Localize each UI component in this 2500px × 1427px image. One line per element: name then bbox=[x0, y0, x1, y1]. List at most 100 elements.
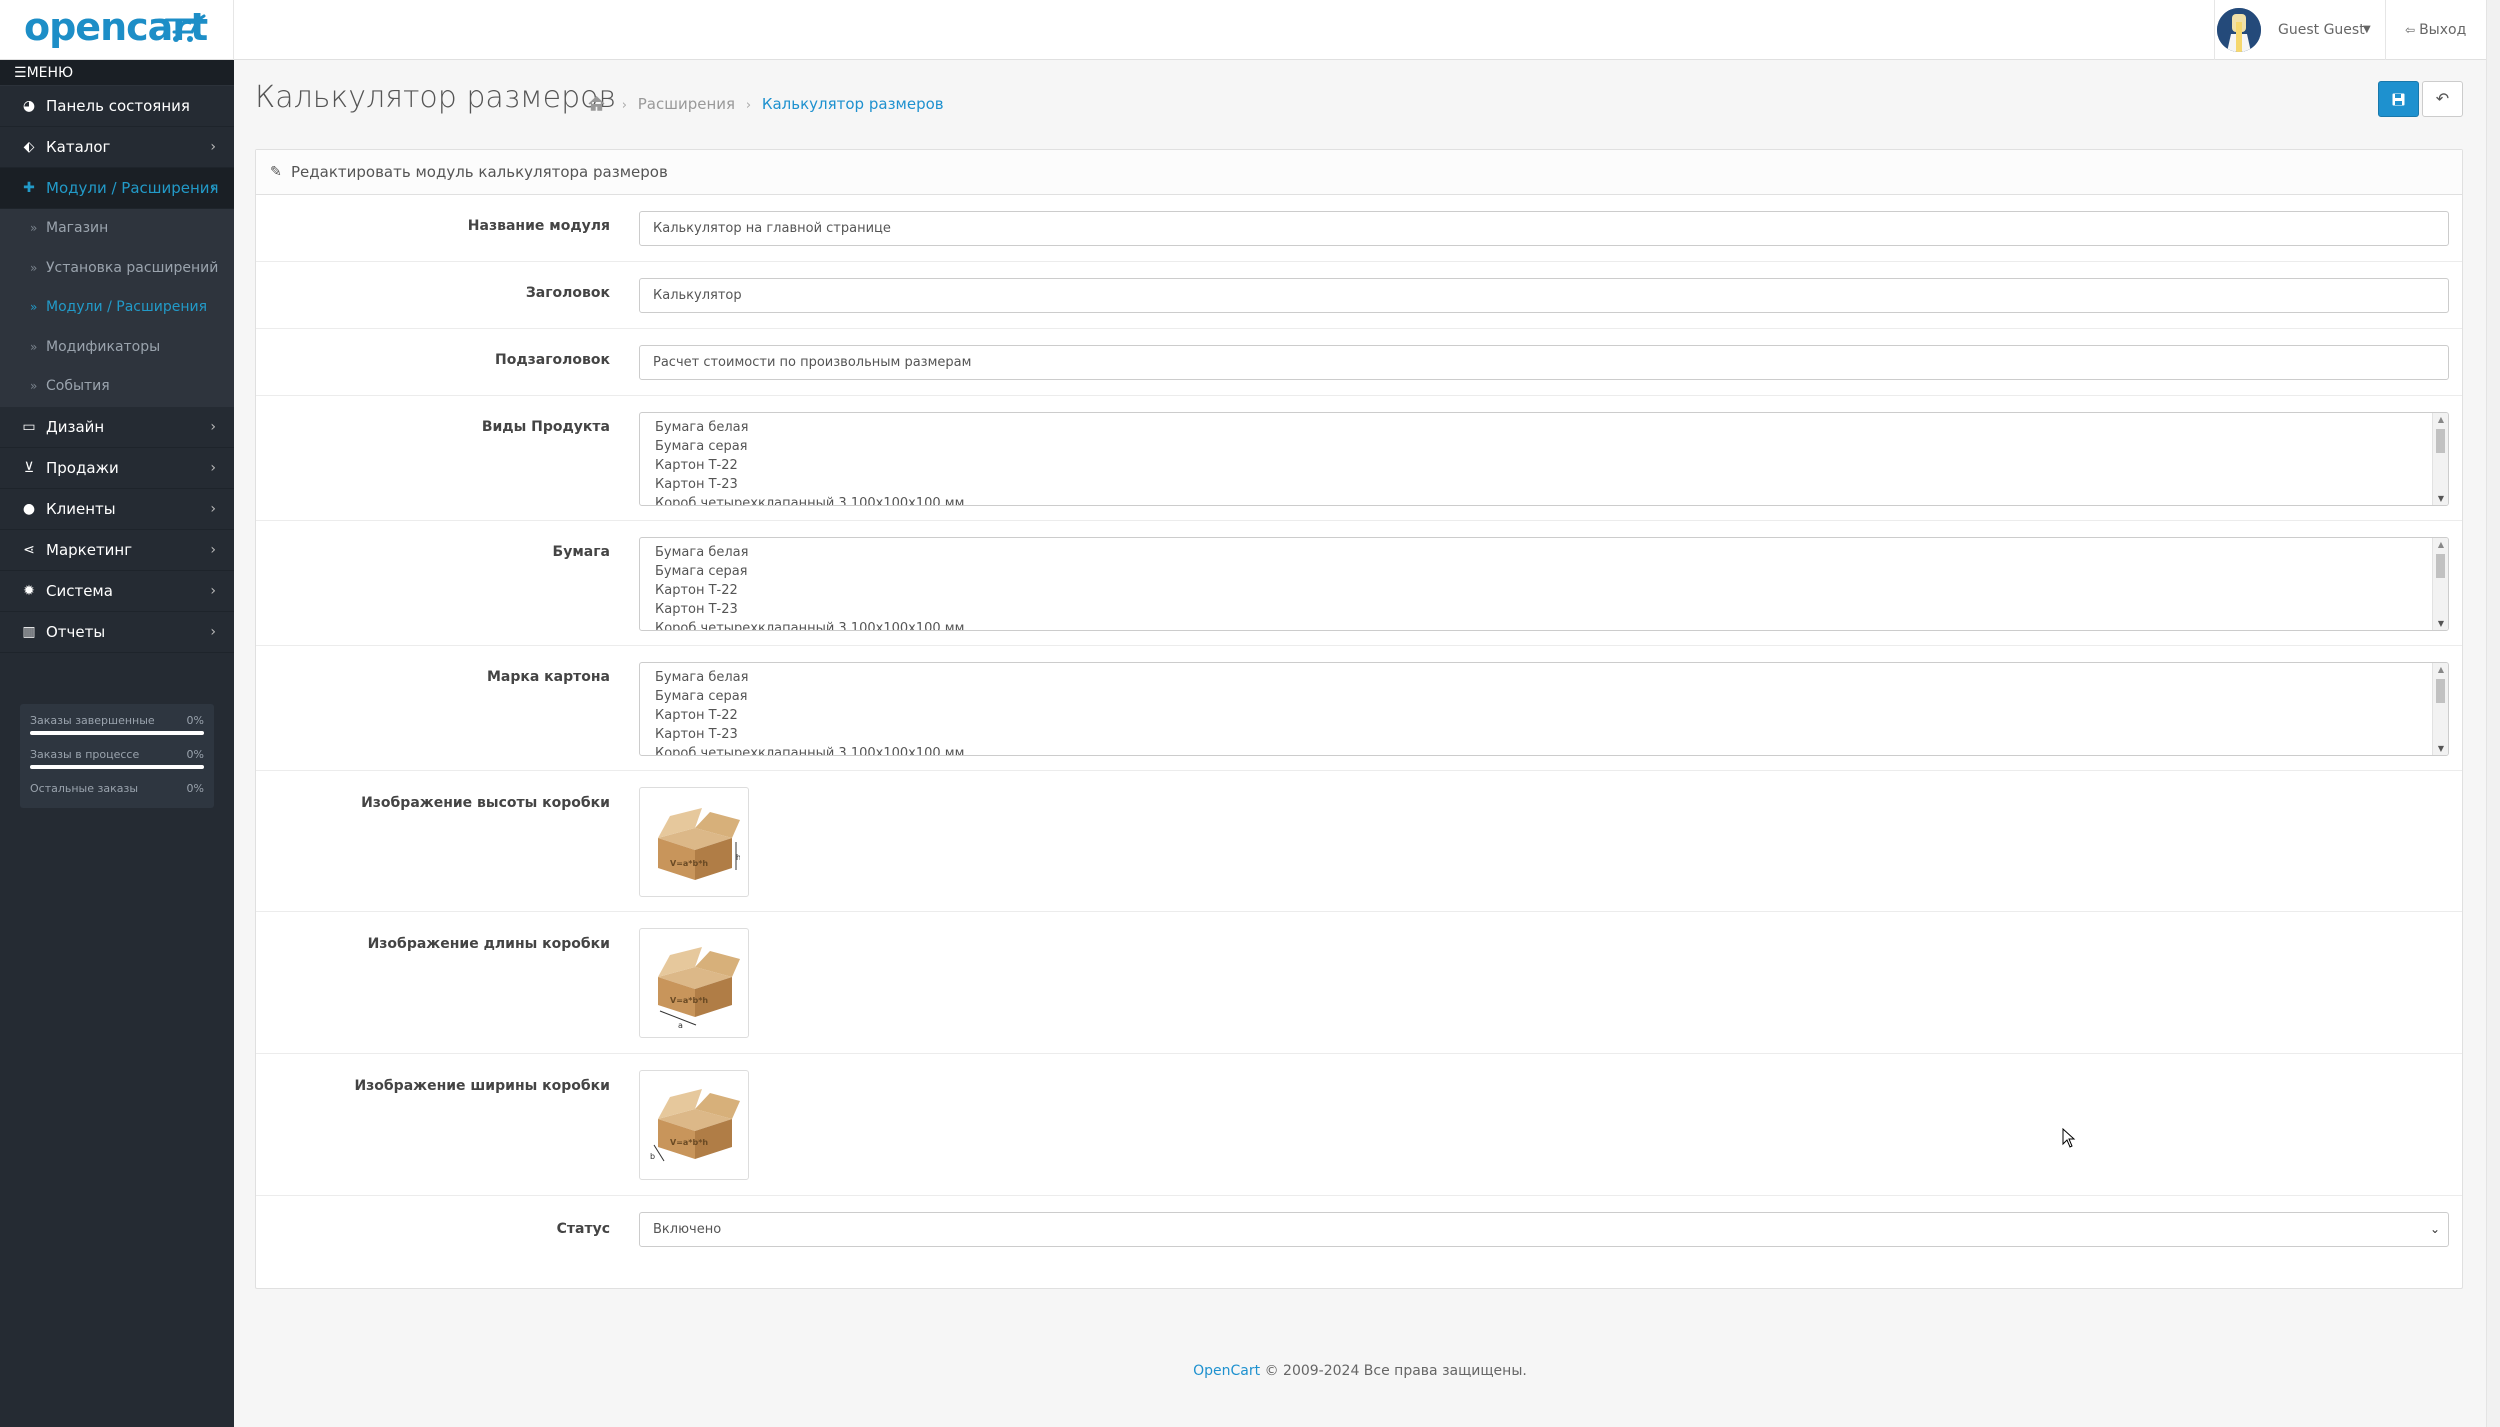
name-label: Название модуля bbox=[467, 218, 610, 234]
page-scrollbar[interactable] bbox=[2486, 0, 2500, 1427]
option-item[interactable]: Картон Т-22 bbox=[655, 581, 964, 600]
scroll-up-icon[interactable]: ▲ bbox=[2433, 415, 2448, 424]
breadcrumb-current[interactable]: Калькулятор размеров bbox=[762, 95, 944, 113]
option-item[interactable]: Картон Т-23 bbox=[655, 475, 964, 494]
scroll-up-icon[interactable]: ▲ bbox=[2433, 540, 2448, 549]
box-length-image: V=a*b*h a bbox=[658, 947, 740, 1029]
heading-input[interactable] bbox=[639, 278, 2449, 313]
scroll-down-icon[interactable]: ▼ bbox=[2433, 744, 2448, 753]
bar-chart-icon: ▥ bbox=[22, 623, 36, 640]
scrollbar[interactable]: ▲ ▼ bbox=[2432, 538, 2448, 630]
double-angle-icon: » bbox=[30, 300, 38, 314]
scroll-thumb[interactable] bbox=[2436, 679, 2445, 703]
option-item[interactable]: Картон Т-23 bbox=[655, 600, 964, 619]
dashboard-icon: ◕ bbox=[22, 98, 36, 114]
box-height-image: V=a*b*h h bbox=[658, 808, 740, 880]
progress-bar bbox=[30, 731, 204, 735]
stat-label: Остальные заказы bbox=[30, 782, 139, 795]
sidebar-item-dashboard[interactable]: ◕ Панель состояния bbox=[0, 86, 234, 127]
chevron-right-icon: › bbox=[210, 582, 216, 599]
scroll-down-icon[interactable]: ▼ bbox=[2433, 619, 2448, 628]
logo[interactable]: opencart bbox=[0, 0, 234, 60]
cardboard-multiselect[interactable]: Бумага белая Бумага серая Картон Т-22 Ка… bbox=[639, 662, 2449, 756]
sidebar-item-extensions[interactable]: ✚ Модули / Расширения › bbox=[0, 168, 234, 209]
pencil-icon: ✎ bbox=[270, 164, 282, 180]
form-row-name: Название модуля bbox=[256, 195, 2462, 262]
sidebar: ☰МЕНЮ ◕ Панель состояния ⬖ Каталог › ✚ М… bbox=[0, 60, 234, 1427]
sidebar-item-sales[interactable]: ⊻ Продажи › bbox=[0, 448, 234, 489]
box-width-image: V=a*b*h b bbox=[650, 1089, 740, 1162]
double-angle-icon: » bbox=[30, 260, 38, 275]
option-item[interactable]: Картон Т-22 bbox=[655, 456, 964, 475]
chevron-right-icon: › bbox=[210, 139, 216, 155]
status-select[interactable]: Включено ⌄ bbox=[639, 1212, 2449, 1247]
save-button[interactable] bbox=[2378, 81, 2419, 117]
length-image-thumbnail[interactable]: V=a*b*h a bbox=[639, 928, 749, 1038]
width-image-thumbnail[interactable]: V=a*b*h b bbox=[639, 1070, 749, 1180]
breadcrumb: › Расширения › Калькулятор размеров bbox=[588, 95, 944, 113]
subheading-input[interactable] bbox=[639, 345, 2449, 380]
sidebar-item-marketing[interactable]: ⋖ Маркетинг › bbox=[0, 530, 234, 571]
heading-label: Заголовок bbox=[525, 285, 610, 301]
user-name[interactable]: Guest Guest bbox=[2278, 22, 2365, 38]
sidebar-subitem-extensions[interactable]: » Модули / Расширения bbox=[0, 288, 234, 328]
save-icon bbox=[2392, 93, 2405, 106]
stat-value: 0% bbox=[186, 748, 204, 761]
sidebar-item-catalog[interactable]: ⬖ Каталог › bbox=[0, 127, 234, 168]
status-label: Статус bbox=[556, 1221, 610, 1237]
stat-value: 0% bbox=[186, 782, 204, 795]
option-item[interactable]: Бумага серая bbox=[655, 562, 964, 581]
option-item[interactable]: Короб четырехклапанный 3 100х100х100 мм bbox=[655, 744, 964, 755]
sidebar-subitem-label: События bbox=[46, 378, 110, 394]
menu-toggle[interactable]: ☰МЕНЮ bbox=[0, 60, 234, 86]
logout-link[interactable]: ⇦ Выход bbox=[2405, 22, 2466, 38]
reply-icon: ↶ bbox=[2435, 89, 2450, 108]
option-item[interactable]: Бумага серая bbox=[655, 687, 964, 706]
scrollbar[interactable]: ▲ ▼ bbox=[2432, 663, 2448, 755]
opencart-link[interactable]: OpenCart bbox=[1193, 1363, 1260, 1379]
sidebar-subitem-store[interactable]: » Магазин bbox=[0, 209, 234, 249]
order-stats: Заказы завершенные 0% Заказы в процессе … bbox=[20, 704, 214, 808]
sidebar-item-reports[interactable]: ▥ Отчеты › bbox=[0, 612, 234, 653]
sidebar-item-customers[interactable]: ● Клиенты › bbox=[0, 489, 234, 530]
option-item[interactable]: Короб четырехклапанный 3 100х100х100 мм bbox=[655, 494, 964, 505]
sidebar-subitem-modifications[interactable]: » Модификаторы bbox=[0, 328, 234, 368]
option-item[interactable]: Бумага белая bbox=[655, 418, 964, 437]
user-icon: ● bbox=[22, 500, 36, 517]
sidebar-subitem-label: Модификаторы bbox=[46, 338, 161, 355]
sidebar-item-system[interactable]: ✹ Система › bbox=[0, 571, 234, 612]
module-name-input[interactable] bbox=[639, 211, 2449, 246]
scroll-down-icon[interactable]: ▼ bbox=[2433, 494, 2448, 503]
form-row-product-types: Виды Продукта Бумага белая Бумага серая … bbox=[256, 396, 2462, 521]
option-item[interactable]: Бумага белая bbox=[655, 668, 964, 687]
form-row-heading: Заголовок bbox=[256, 262, 2462, 329]
footer: OpenCart © 2009-2024 Все права защищены. bbox=[234, 1363, 2486, 1379]
product-types-multiselect[interactable]: Бумага белая Бумага серая Картон Т-22 Ка… bbox=[639, 412, 2449, 506]
scroll-thumb[interactable] bbox=[2436, 429, 2445, 453]
sidebar-subitem-installer[interactable]: » Установка расширений bbox=[0, 249, 234, 289]
sidebar-item-design[interactable]: ▭ Дизайн › bbox=[0, 407, 234, 448]
progress-bar bbox=[30, 765, 204, 769]
back-button[interactable]: ↶ bbox=[2422, 81, 2463, 117]
stat-other: Остальные заказы 0% bbox=[30, 778, 204, 812]
sidebar-subitem-events[interactable]: » События bbox=[0, 367, 234, 407]
svg-text:b: b bbox=[650, 1152, 655, 1161]
option-item[interactable]: Бумага белая bbox=[655, 543, 964, 562]
option-item[interactable]: Бумага серая bbox=[655, 437, 964, 456]
sign-out-icon: ⇦ bbox=[2405, 23, 2416, 37]
option-item[interactable]: Картон Т-23 bbox=[655, 725, 964, 744]
sidebar-item-label: Модули / Расширения bbox=[46, 179, 219, 197]
breadcrumb-separator: › bbox=[621, 98, 627, 113]
form-row-width-image: Изображение ширины коробки V=a*b*h b bbox=[256, 1054, 2462, 1196]
avatar[interactable] bbox=[2217, 8, 2261, 52]
paper-multiselect[interactable]: Бумага белая Бумага серая Картон Т-22 Ка… bbox=[639, 537, 2449, 631]
scroll-up-icon[interactable]: ▲ bbox=[2433, 665, 2448, 674]
scrollbar[interactable]: ▲ ▼ bbox=[2432, 413, 2448, 505]
scroll-thumb[interactable] bbox=[2436, 554, 2445, 578]
home-icon[interactable] bbox=[588, 96, 605, 111]
breadcrumb-extensions[interactable]: Расширения bbox=[638, 95, 735, 113]
user-avatar-icon bbox=[2217, 8, 2261, 52]
height-image-thumbnail[interactable]: V=a*b*h h bbox=[639, 787, 749, 897]
option-item[interactable]: Картон Т-22 bbox=[655, 706, 964, 725]
option-item[interactable]: Короб четырехклапанный 3 100х100х100 мм bbox=[655, 619, 964, 630]
